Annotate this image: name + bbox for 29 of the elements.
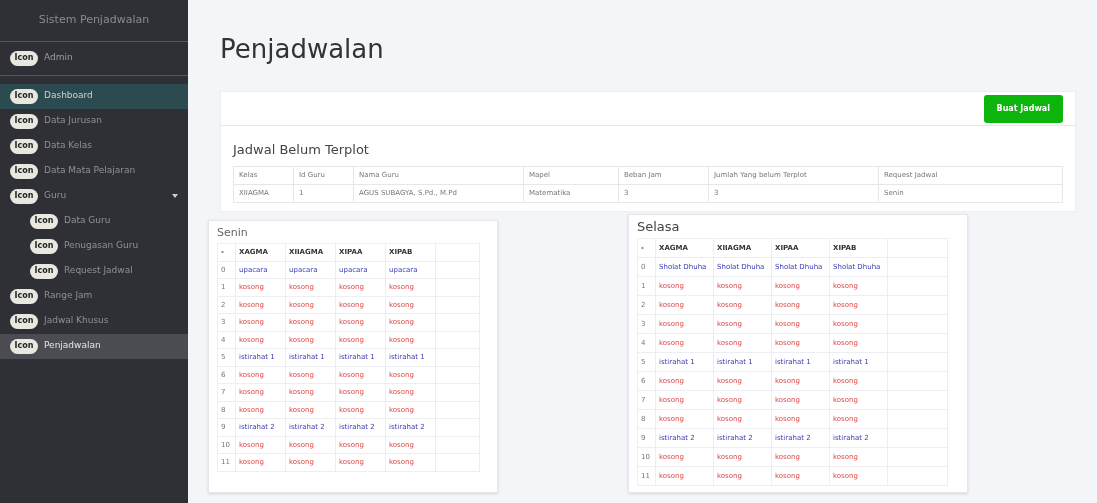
sidebar-item[interactable]: Icon Data Jurusan [0,108,188,134]
icon-badge: Icon [10,313,38,329]
brand-title: Sistem Penjadwalan [0,12,188,42]
icon-badge: Icon [30,238,58,254]
icon-badge: Icon [10,138,38,154]
icon-badge: Icon [30,263,58,279]
icon-badge: Icon [10,88,38,104]
sidebar-item[interactable]: Icon Penugasan Guru [0,233,188,259]
section-title: Jadwal Belum Terplot [233,141,370,159]
sidebar-item[interactable]: Icon Data Guru [0,208,188,234]
icon-badge: Icon [10,113,38,129]
sidebar-item[interactable]: Icon Request Jadwal [0,258,188,284]
icon-badge: Icon [10,50,38,66]
icon-badge: Icon [10,288,38,304]
card-title: Senin [217,224,249,241]
sidebar-item[interactable]: Icon Dashboard [0,83,188,109]
icon-badge: Icon [10,188,38,204]
page-title: Penjadwalan [220,33,385,66]
sidebar-item[interactable]: Icon Range Jam [0,283,188,309]
icon-badge: Icon [10,163,38,179]
user-name: Admin [44,51,73,65]
card-title: Selasa [637,217,681,236]
icon-badge: Icon [30,213,58,229]
sidebar-item[interactable]: Icon Data Mata Pelajaran [0,158,188,184]
icon-badge: Icon [10,338,38,354]
sidebar-item[interactable]: Icon Penjadwalan [0,333,188,359]
sidebar-item[interactable]: Icon Guru [0,183,188,209]
sidebar-item[interactable]: Icon Data Kelas [0,133,188,159]
sidebar-item[interactable]: Icon Jadwal Khusus [0,308,188,334]
